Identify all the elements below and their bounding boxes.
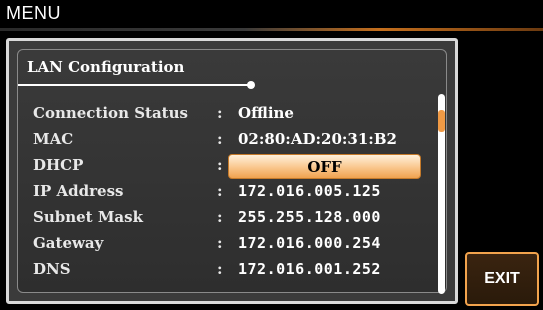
title-separator — [0, 28, 543, 31]
panel-heading: LAN Configuration — [27, 58, 185, 76]
row-label: Gateway — [33, 234, 104, 252]
lan-configuration-panel: LAN Configuration Connection Status : Of… — [6, 38, 458, 304]
panel-content: LAN Configuration Connection Status : Of… — [17, 49, 447, 294]
row-label: Subnet Mask — [33, 208, 143, 226]
row-dhcp: DHCP : OFF — [18, 154, 421, 179]
row-colon: : — [217, 182, 223, 200]
row-label: MAC — [33, 130, 74, 148]
row-label: Connection Status — [33, 104, 188, 122]
row-colon: : — [217, 234, 223, 252]
subnet-mask-value[interactable]: 255.255.128.000 — [238, 208, 381, 226]
dhcp-toggle-button[interactable]: OFF — [228, 154, 421, 179]
mac-value: 02:80:AD:20:31:B2 — [238, 130, 397, 148]
row-label: DNS — [33, 260, 71, 278]
row-gateway: Gateway : 172.016.000.254 — [18, 232, 418, 256]
row-colon: : — [217, 156, 223, 174]
heading-underline — [18, 84, 250, 86]
row-colon: : — [217, 260, 223, 278]
row-colon: : — [217, 208, 223, 226]
heading-underline-dot — [247, 81, 255, 89]
gateway-value[interactable]: 172.016.000.254 — [238, 234, 381, 252]
row-colon: : — [217, 104, 223, 122]
menu-title: MENU — [6, 3, 61, 23]
row-label: IP Address — [33, 182, 124, 200]
row-subnet-mask: Subnet Mask : 255.255.128.000 — [18, 206, 418, 230]
row-connection-status: Connection Status : Offline — [18, 102, 418, 126]
row-mac: MAC : 02:80:AD:20:31:B2 — [18, 128, 418, 152]
dns-value[interactable]: 172.016.001.252 — [238, 260, 381, 278]
scrollbar-thumb[interactable] — [438, 110, 445, 132]
row-ip-address: IP Address : 172.016.005.125 — [18, 180, 418, 204]
ip-address-value[interactable]: 172.016.005.125 — [238, 182, 381, 200]
connection-status-value: Offline — [238, 104, 294, 122]
exit-button[interactable]: EXIT — [465, 252, 539, 306]
row-colon: : — [217, 130, 223, 148]
scrollbar[interactable] — [438, 94, 445, 294]
row-dns: DNS : 172.016.001.252 — [18, 258, 418, 282]
row-label: DHCP — [33, 156, 84, 174]
